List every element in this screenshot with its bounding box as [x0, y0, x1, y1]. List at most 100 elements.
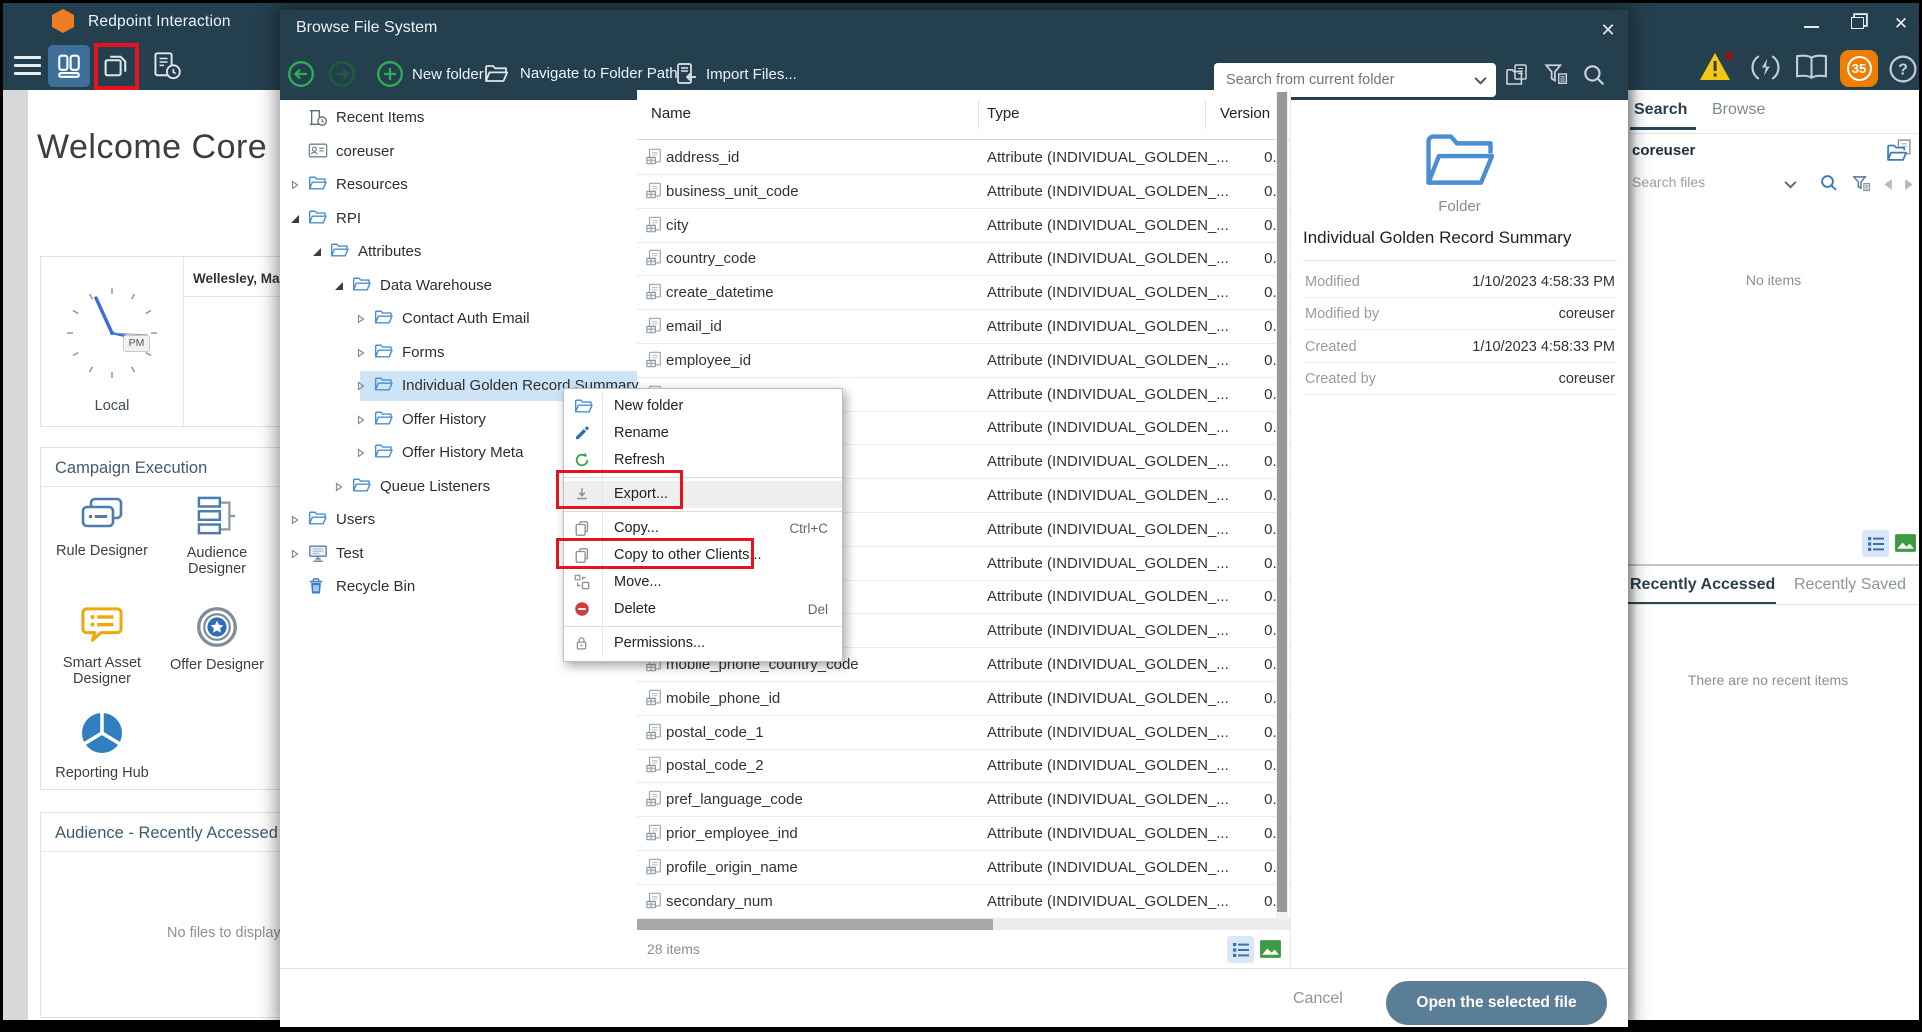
expand-arrow-icon[interactable]: [356, 415, 366, 425]
table-row[interactable]: profile_origin_nameAttribute (INDIVIDUAL…: [637, 851, 1290, 885]
window-close-button[interactable]: ✕: [1888, 12, 1914, 36]
documentation-book-icon[interactable]: [1794, 53, 1829, 81]
tree-item-data-warehouse[interactable]: Data Warehouse: [280, 271, 637, 301]
table-row[interactable]: postal_code_2Attribute (INDIVIDUAL_GOLDE…: [637, 749, 1290, 783]
notification-count-badge[interactable]: 35: [1840, 50, 1878, 87]
collapse-arrow-icon[interactable]: [334, 281, 344, 291]
attribute-icon: [645, 216, 663, 234]
tab-browse[interactable]: Browse: [1712, 101, 1765, 119]
list-view-icon[interactable]: [1227, 936, 1254, 963]
table-row[interactable]: prior_employee_indAttribute (INDIVIDUAL_…: [637, 817, 1290, 851]
table-row[interactable]: postal_code_1Attribute (INDIVIDUAL_GOLDE…: [637, 716, 1290, 750]
tree-item-attributes[interactable]: Attributes: [280, 237, 637, 267]
filter-icon[interactable]: [1544, 63, 1568, 85]
back-button[interactable]: [287, 60, 315, 88]
browse-files-button[interactable]: [95, 45, 137, 87]
dialog-close-icon[interactable]: ✕: [1594, 16, 1622, 44]
connection-status-icon[interactable]: [1750, 53, 1781, 82]
tab-recently-accessed[interactable]: Recently Accessed: [1630, 576, 1775, 594]
filter-icon[interactable]: [1852, 175, 1871, 192]
menu-item-export[interactable]: Export...: [564, 481, 842, 508]
column-header-name[interactable]: Name: [651, 105, 691, 122]
copy-items-icon[interactable]: [1504, 63, 1530, 87]
column-header-version[interactable]: Version: [1220, 105, 1270, 122]
cell-name: profile_origin_name: [666, 859, 798, 876]
expand-arrow-icon[interactable]: [356, 314, 366, 324]
table-row[interactable]: create_datetimeAttribute (INDIVIDUAL_GOL…: [637, 276, 1290, 310]
app-tile-audience-designer[interactable]: Audience Designer: [161, 496, 273, 577]
tree-item-contact-auth-email[interactable]: Contact Auth Email: [280, 304, 637, 334]
previous-result-icon[interactable]: [1882, 178, 1893, 191]
table-row[interactable]: employee_idAttribute (INDIVIDUAL_GOLDEN_…: [637, 344, 1290, 378]
table-row[interactable]: mobile_phone_idAttribute (INDIVIDUAL_GOL…: [637, 682, 1290, 716]
tree-item-coreuser[interactable]: coreuser: [280, 137, 637, 167]
horizontal-scrollbar-thumb[interactable]: [637, 919, 993, 930]
tab-recently-saved[interactable]: Recently Saved: [1794, 576, 1906, 594]
thumbnail-view-icon[interactable]: [1894, 533, 1917, 553]
expand-arrow-icon[interactable]: [290, 549, 300, 559]
table-row[interactable]: business_unit_codeAttribute (INDIVIDUAL_…: [637, 175, 1290, 209]
vertical-scrollbar-thumb[interactable]: [1277, 92, 1287, 912]
navigate-folder-path-button[interactable]: Navigate to Folder Path: [484, 63, 678, 84]
cell-type: Attribute (INDIVIDUAL_GOLDEN_...: [987, 555, 1229, 572]
expand-arrow-icon[interactable]: [290, 180, 300, 190]
menu-item-new-folder[interactable]: New folder: [564, 393, 842, 420]
sidebar-search-input[interactable]: [1632, 174, 1782, 190]
table-row[interactable]: secondary_numAttribute (INDIVIDUAL_GOLDE…: [637, 885, 1290, 919]
expand-arrow-icon[interactable]: [334, 482, 344, 492]
new-folder-button[interactable]: New folder: [376, 60, 484, 88]
recent-files-button[interactable]: [146, 45, 188, 87]
menu-item-refresh[interactable]: Refresh: [564, 447, 842, 474]
expand-arrow-icon[interactable]: [356, 448, 366, 458]
thumbnail-view-icon[interactable]: [1259, 939, 1282, 959]
expand-arrow-icon[interactable]: [290, 515, 300, 525]
expand-arrow-icon[interactable]: [356, 348, 366, 358]
table-row[interactable]: email_idAttribute (INDIVIDUAL_GOLDEN_...…: [637, 310, 1290, 344]
tree-item-forms[interactable]: Forms: [280, 338, 637, 368]
app-tile-rule-designer[interactable]: Rule Designer: [46, 496, 158, 560]
menu-item-move[interactable]: Move...: [564, 569, 842, 596]
app-tile-smart-asset-designer[interactable]: Smart Asset Designer: [46, 606, 158, 687]
details-panel: Folder Individual Golden Record Summary …: [1290, 90, 1628, 968]
help-icon[interactable]: ?: [1888, 54, 1918, 84]
list-view-icon[interactable]: [1862, 530, 1889, 557]
tree-item-recent-items[interactable]: Recent Items: [280, 103, 637, 133]
expand-arrow-icon[interactable]: [356, 381, 366, 391]
search-icon[interactable]: [1820, 174, 1838, 192]
app-tile-offer-designer[interactable]: Offer Designer: [161, 606, 273, 674]
table-row[interactable]: country_codeAttribute (INDIVIDUAL_GOLDEN…: [637, 242, 1290, 276]
attribute-icon: [645, 892, 663, 910]
menu-item-copy[interactable]: Copy...Ctrl+C: [564, 515, 842, 542]
open-selected-file-button[interactable]: Open the selected file: [1386, 981, 1607, 1025]
import-files-button[interactable]: Import Files...: [674, 62, 797, 86]
alerts-warning-icon[interactable]: [1698, 49, 1736, 83]
menu-item-permissions[interactable]: Permissions...: [564, 630, 842, 657]
table-row[interactable]: address_idAttribute (INDIVIDUAL_GOLDEN_.…: [637, 141, 1290, 175]
app-tile-reporting-hub[interactable]: Reporting Hub: [46, 710, 158, 782]
table-row[interactable]: pref_language_codeAttribute (INDIVIDUAL_…: [637, 783, 1290, 817]
app-tile-label: Rule Designer: [56, 544, 148, 560]
menu-item-delete[interactable]: DeleteDel: [564, 596, 842, 623]
window-minimize-button[interactable]: [1798, 12, 1824, 36]
cancel-button[interactable]: Cancel: [1293, 990, 1343, 1008]
collapse-arrow-icon[interactable]: [312, 247, 322, 257]
menu-item-copy-to-other-clients[interactable]: Copy to other Clients...: [564, 542, 842, 569]
window-maximize-button[interactable]: [1844, 12, 1870, 36]
menu-item-rename[interactable]: Rename: [564, 420, 842, 447]
main-menu-icon[interactable]: [14, 56, 41, 77]
folder-copy-icon[interactable]: [1886, 138, 1913, 163]
search-icon[interactable]: [1583, 64, 1606, 87]
table-row[interactable]: cityAttribute (INDIVIDUAL_GOLDEN_...0.1: [637, 209, 1290, 243]
chevron-down-icon[interactable]: [1474, 76, 1487, 85]
collapse-arrow-icon[interactable]: [290, 214, 300, 224]
tab-search[interactable]: Search: [1634, 101, 1687, 119]
tree-item-rpi[interactable]: RPI: [280, 204, 637, 234]
home-layout-button[interactable]: [48, 45, 90, 87]
tree-item-resources[interactable]: Resources: [280, 170, 637, 200]
column-header-type[interactable]: Type: [987, 105, 1020, 122]
chevron-down-icon[interactable]: [1784, 180, 1797, 189]
audience-recent-card: Audience - Recently Accessed No files to…: [40, 812, 283, 1018]
offer-designer-icon: [196, 606, 238, 648]
next-result-icon[interactable]: [1904, 178, 1915, 191]
forward-button[interactable]: [328, 60, 356, 88]
